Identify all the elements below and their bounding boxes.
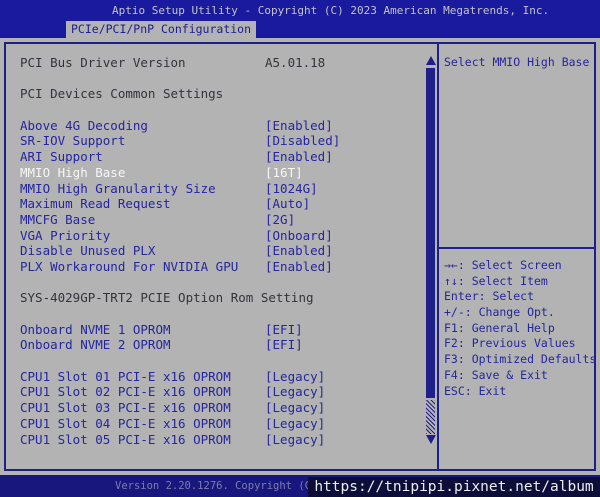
menu-item-row[interactable]: CPU1 Slot 02 PCI-E x16 OPROM [Legacy]: [6, 384, 425, 400]
title-bar: Aptio Setup Utility - Copyright (C) 2023…: [0, 0, 600, 20]
main-area: PCI Bus Driver Version A5.01.18 PCI Device…: [0, 38, 600, 475]
menu-item-row[interactable]: Above 4G Decoding [Enabled]: [6, 118, 425, 134]
menu-item-label: PCI Bus Driver Version: [20, 55, 186, 70]
menu-item-row[interactable]: MMCFG Base [2G]: [6, 212, 425, 228]
menu-item-row[interactable]: ARI Support [Enabled]: [6, 149, 425, 165]
menu-item-label: CPU1 Slot 05 PCI-E x16 OPROM: [20, 432, 231, 447]
menu-item-label: CPU1 Slot 04 PCI-E x16 OPROM: [20, 416, 231, 431]
menu-item-label: CPU1 Slot 03 PCI-E x16 OPROM: [20, 400, 231, 415]
watermark-text: https://tnipipi.pixnet.net/album: [308, 477, 600, 497]
menu-item-value: [Auto]: [265, 196, 310, 212]
menu-item-value: [Onboard]: [265, 228, 333, 244]
scroll-up-icon[interactable]: [426, 56, 436, 65]
menu-item-label: MMCFG Base: [20, 212, 95, 227]
menu-item-value: [16T]: [265, 165, 303, 181]
menu-section-heading: SYS-4029GP-TRT2 PCIE Option Rom Setting: [6, 290, 425, 306]
menu-item-label: VGA Priority: [20, 228, 110, 243]
menu-item-label: MMIO High Granularity Size: [20, 181, 216, 196]
menu-item-row[interactable]: CPU1 Slot 04 PCI-E x16 OPROM [Legacy]: [6, 416, 425, 432]
menu-spacer: [6, 102, 425, 118]
menu-item-value: [Legacy]: [265, 384, 325, 400]
menu-item-row[interactable]: VGA Priority [Onboard]: [6, 228, 425, 244]
help-key-row: ↑↓: Select Item: [444, 274, 594, 290]
menu-item-label: ARI Support: [20, 149, 103, 164]
menu-spacer: [6, 71, 425, 87]
menu-item-value: [Legacy]: [265, 416, 325, 432]
help-key-row: F2: Previous Values: [444, 336, 594, 352]
menu-item-label: MMIO High Base: [20, 165, 125, 180]
menu-item-label: Disable Unused PLX: [20, 243, 155, 258]
help-key-row: +/-: Change Opt.: [444, 305, 594, 321]
menu-item-row[interactable]: PLX Workaround For NVIDIA GPU [Enabled]: [6, 259, 425, 275]
menu-spacer: [6, 306, 425, 322]
menu-item-label: SYS-4029GP-TRT2 PCIE Option Rom Setting: [20, 290, 314, 305]
settings-list: PCI Bus Driver Version A5.01.18 PCI Device…: [6, 44, 425, 469]
menu-item-value: [Disabled]: [265, 133, 340, 149]
scrollbar-thumb[interactable]: [426, 68, 435, 398]
menu-item-value: [1024G]: [265, 181, 318, 197]
help-divider: [439, 247, 594, 249]
menu-item-value: [Legacy]: [265, 432, 325, 448]
menu-item-label: PLX Workaround For NVIDIA GPU: [20, 259, 238, 274]
menu-item-label: Above 4G Decoding: [20, 118, 148, 133]
menu-item-row[interactable]: CPU1 Slot 03 PCI-E x16 OPROM [Legacy]: [6, 400, 425, 416]
menu-item-row[interactable]: Maximum Read Request [Auto]: [6, 196, 425, 212]
menu-item-label: CPU1 Slot 02 PCI-E x16 OPROM: [20, 384, 231, 399]
menu-item-value: [EFI]: [265, 322, 303, 338]
help-key-row: F1: General Help: [444, 321, 594, 337]
scroll-down-icon[interactable]: [426, 435, 436, 444]
help-panel: Select MMIO High Base →←: Select Screen↑…: [439, 44, 594, 469]
tab-pcie-pci-pnp-configuration[interactable]: PCIe/PCI/PnP Configuration: [66, 21, 256, 38]
help-key-row: →←: Select Screen: [444, 258, 594, 274]
menu-item-row[interactable]: CPU1 Slot 01 PCI-E x16 OPROM [Legacy]: [6, 369, 425, 385]
menu-item-label: Onboard NVME 2 OPROM: [20, 337, 171, 352]
app-title: Aptio Setup Utility - Copyright (C) 2023…: [112, 4, 549, 17]
menu-item-row[interactable]: SR-IOV Support [Disabled]: [6, 133, 425, 149]
item-help-text: Select MMIO High Base: [444, 55, 589, 70]
menu-item-row[interactable]: Disable Unused PLX [Enabled]: [6, 243, 425, 259]
menu-item-row[interactable]: CPU1 Slot 05 PCI-E x16 OPROM [Legacy]: [6, 432, 425, 448]
menu-item-value: [2G]: [265, 212, 295, 228]
menu-item-value: [Enabled]: [265, 243, 333, 259]
menu-item-value: [Enabled]: [265, 118, 333, 134]
menu-info-row: PCI Bus Driver Version A5.01.18: [6, 55, 425, 71]
menu-item-label: PCI Devices Common Settings: [20, 86, 223, 101]
menu-item-value: [Enabled]: [265, 149, 333, 165]
menu-spacer: [6, 353, 425, 369]
menu-item-label: SR-IOV Support: [20, 133, 125, 148]
menu-item-row[interactable]: Onboard NVME 2 OPROM [EFI]: [6, 337, 425, 353]
footer-bar: Version 2.20.1276. Copyright (C https://…: [0, 475, 600, 497]
menu-item-value: [Legacy]: [265, 400, 325, 416]
menu-item-label: CPU1 Slot 01 PCI-E x16 OPROM: [20, 369, 231, 384]
menu-item-row[interactable]: Onboard NVME 1 OPROM [EFI]: [6, 322, 425, 338]
help-key-row: F4: Save & Exit: [444, 368, 594, 384]
help-key-row: F3: Optimized Defaults: [444, 352, 594, 368]
menu-item-label: Maximum Read Request: [20, 196, 171, 211]
menu-item-value: A5.01.18: [265, 55, 325, 71]
help-key-row: Enter: Select: [444, 289, 594, 305]
key-legend: →←: Select Screen↑↓: Select ItemEnter: S…: [444, 258, 594, 399]
menu-item-value: [Legacy]: [265, 369, 325, 385]
menu-item-value: [EFI]: [265, 337, 303, 353]
menu-section-heading: PCI Devices Common Settings: [6, 86, 425, 102]
scrollbar[interactable]: [425, 44, 437, 469]
main-frame: PCI Bus Driver Version A5.01.18 PCI Device…: [4, 42, 596, 471]
menu-item-row[interactable]: MMIO High Granularity Size [1024G]: [6, 181, 425, 197]
version-text: Version 2.20.1276. Copyright (C: [115, 480, 311, 492]
menu-spacer: [6, 275, 425, 291]
tab-bar: PCIe/PCI/PnP Configuration: [0, 20, 600, 38]
menu-item-row-selected[interactable]: MMIO High Base [16T]: [6, 165, 425, 181]
help-key-row: ESC: Exit: [444, 384, 594, 400]
menu-item-value: [Enabled]: [265, 259, 333, 275]
scrollbar-track[interactable]: [426, 400, 435, 434]
menu-item-label: Onboard NVME 1 OPROM: [20, 322, 171, 337]
